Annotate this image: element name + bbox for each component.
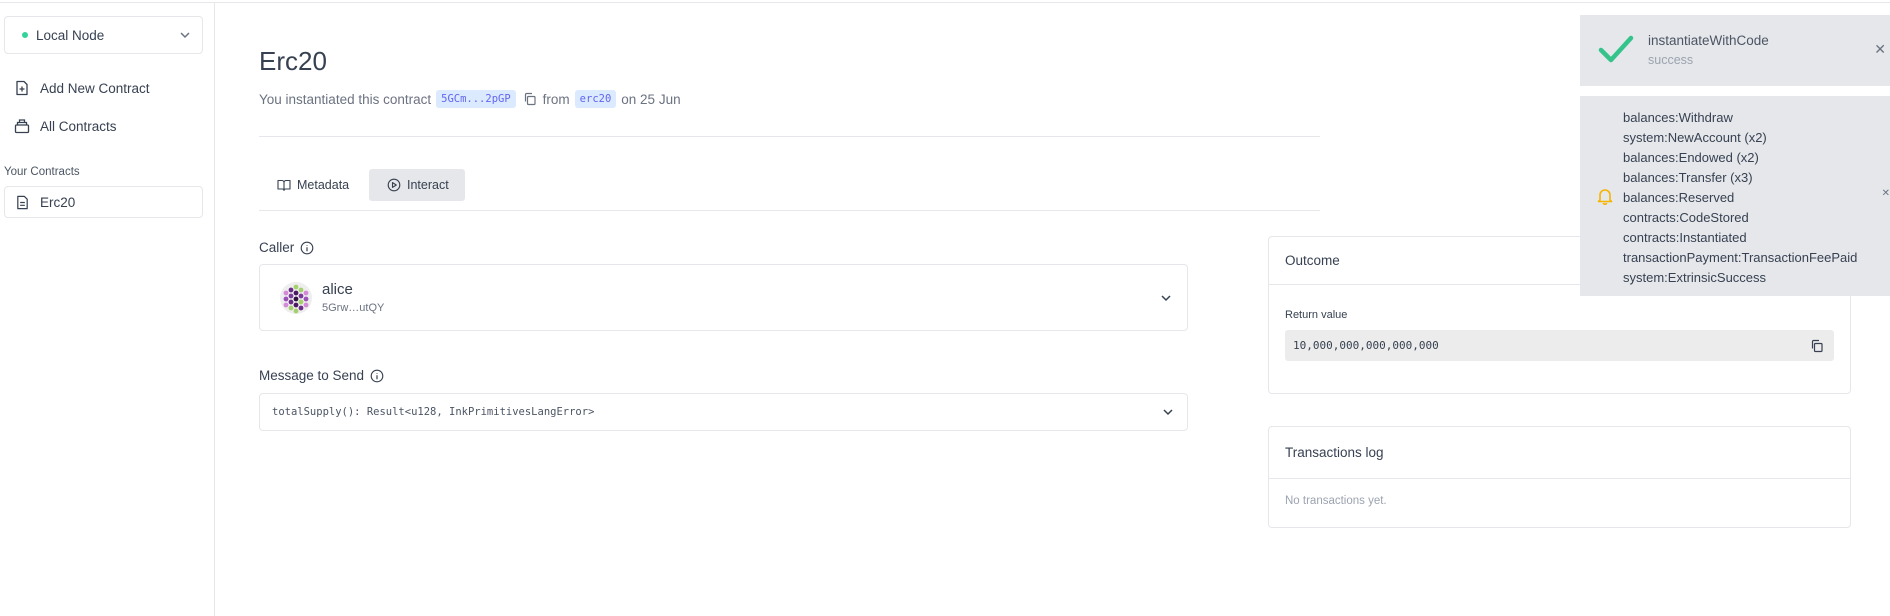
event-list: balances:Withdraw system:NewAccount (x2)… xyxy=(1623,108,1857,288)
caller-label: Caller xyxy=(259,240,295,255)
caller-name: alice xyxy=(322,281,353,298)
contract-address-chip[interactable]: 5GCm...2pGP xyxy=(436,90,516,108)
caller-address: 5Grw…utQY xyxy=(322,302,385,314)
event-item: balances:Transfer (x3) xyxy=(1623,170,1753,185)
event-item: system:NewAccount (x2) xyxy=(1623,130,1767,145)
caller-text: alice 5Grw…utQY xyxy=(322,281,1159,314)
date-text: on 25 Jun xyxy=(621,91,681,107)
event-item: transactionPayment:TransactionFeePaid xyxy=(1623,250,1858,265)
node-status-dot xyxy=(22,32,28,38)
close-icon[interactable]: ✕ xyxy=(1882,188,1890,199)
page-title: Erc20 xyxy=(259,46,327,76)
tabs-divider xyxy=(259,210,1320,211)
event-item: balances:Withdraw xyxy=(1623,110,1733,125)
chevron-down-icon xyxy=(1161,294,1171,301)
document-icon xyxy=(17,195,28,209)
message-select[interactable]: totalSupply(): Result<u128, InkPrimitive… xyxy=(259,393,1188,431)
check-icon xyxy=(1598,35,1634,63)
tab-metadata[interactable]: Metadata xyxy=(259,169,365,201)
message-label: Message to Send xyxy=(259,368,365,383)
instantiated-text: You instantiated this contract xyxy=(259,91,432,107)
events-toast: balances:Withdraw system:NewAccount (x2)… xyxy=(1580,96,1890,296)
toast-status: success xyxy=(1648,53,1694,67)
tab-metadata-label: Metadata xyxy=(297,178,350,192)
identicon-avatar xyxy=(280,281,312,314)
add-new-contract-label: Add New Contract xyxy=(40,80,150,96)
message-label-row: Message to Send xyxy=(259,368,384,383)
success-toast: instantiateWithCode success ✕ xyxy=(1580,15,1890,86)
sidebar-contract-label: Erc20 xyxy=(40,194,76,210)
close-icon[interactable]: ✕ xyxy=(1874,41,1886,58)
tab-interact[interactable]: Interact xyxy=(369,169,465,201)
return-value-label: Return value xyxy=(1285,309,1348,321)
copy-icon[interactable] xyxy=(523,92,537,106)
event-item: system:ExtrinsicSuccess xyxy=(1623,270,1767,285)
info-icon[interactable] xyxy=(300,241,314,255)
event-item: balances:Reserved xyxy=(1623,190,1735,205)
book-icon xyxy=(277,179,291,192)
transactions-log-card: Transactions log No transactions yet. xyxy=(1268,426,1851,528)
collection-icon xyxy=(14,119,30,134)
sidebar: Local Node Add New Contract All Contract… xyxy=(0,3,215,616)
all-contracts-link[interactable]: All Contracts xyxy=(14,118,117,134)
bell-icon xyxy=(1597,189,1613,205)
all-contracts-label: All Contracts xyxy=(40,118,117,134)
return-value: 10,000,000,000,000,000 xyxy=(1293,339,1439,352)
chevron-down-icon xyxy=(1163,409,1173,416)
event-item: contracts:Instantiated xyxy=(1623,230,1747,245)
tab-interact-label: Interact xyxy=(407,178,449,192)
contract-info-line: You instantiated this contract 5GCm...2p… xyxy=(259,90,681,108)
message-value: totalSupply(): Result<u128, InkPrimitive… xyxy=(272,406,595,418)
transactions-empty-text: No transactions yet. xyxy=(1285,495,1387,507)
sidebar-contract-erc20[interactable]: Erc20 xyxy=(4,186,203,218)
play-circle-icon xyxy=(387,178,401,192)
event-item: contracts:CodeStored xyxy=(1623,210,1749,225)
caller-label-row: Caller xyxy=(259,240,314,255)
caller-select[interactable]: alice 5Grw…utQY xyxy=(259,264,1188,331)
top-border xyxy=(0,2,1890,3)
node-selector[interactable]: Local Node xyxy=(4,16,203,54)
transactions-log-title: Transactions log xyxy=(1269,427,1850,479)
code-hash-chip[interactable]: erc20 xyxy=(574,90,617,108)
add-new-contract-link[interactable]: Add New Contract xyxy=(14,80,150,96)
event-item: balances:Endowed (x2) xyxy=(1623,150,1759,165)
node-label: Local Node xyxy=(36,27,105,43)
file-plus-icon xyxy=(16,80,28,96)
return-value-box: 10,000,000,000,000,000 xyxy=(1285,330,1834,361)
header-divider xyxy=(259,136,1320,137)
chevron-down-icon xyxy=(180,32,190,39)
your-contracts-heading: Your Contracts xyxy=(4,166,80,178)
info-icon[interactable] xyxy=(370,369,384,383)
toast-title: instantiateWithCode xyxy=(1648,33,1769,48)
from-text: from xyxy=(542,91,570,107)
copy-icon[interactable] xyxy=(1810,339,1824,353)
